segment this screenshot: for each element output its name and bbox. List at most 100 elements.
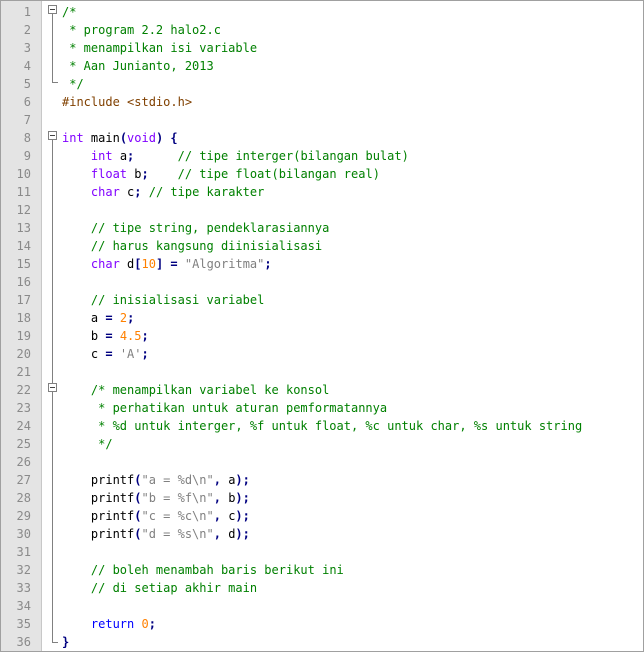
code-line[interactable]: 33 // di setiap akhir main [1, 579, 643, 597]
code-editor[interactable]: 1/* 2 * program 2.2 halo2.c 3 * menampilka… [0, 0, 644, 652]
line-number: 16 [16, 275, 31, 289]
code-token: c [62, 347, 106, 361]
code-token: // harus kangsung diinisialisasi [90, 239, 323, 253]
code-token: "a = %d\n" [141, 473, 214, 487]
code-line[interactable]: 2 * program 2.2 halo2.c [1, 21, 643, 39]
code-line[interactable]: 25 */ [1, 435, 643, 453]
code-line[interactable]: 15 char d[10] = "Algoritma"; [1, 255, 643, 273]
fold-toggle-icon[interactable] [48, 131, 57, 140]
code-text: float b; // tipe float(bilangan real) [62, 165, 380, 183]
code-line[interactable]: 23 * perhatikan untuk aturan pemformatan… [1, 399, 643, 417]
code-text: } [62, 633, 69, 651]
code-token: // di setiap akhir main [90, 581, 258, 595]
line-number: 17 [16, 293, 31, 307]
line-number: 21 [16, 365, 31, 379]
code-token: = [105, 329, 113, 343]
code-line[interactable]: 22 /* menampilkan variabel ke konsol [1, 381, 643, 399]
fold-toggle-icon[interactable] [48, 5, 57, 14]
line-number: 29 [16, 509, 31, 523]
code-line[interactable]: 5 */ [1, 75, 643, 93]
line-number: 10 [16, 167, 31, 181]
code-line[interactable]: 31 [1, 543, 643, 561]
line-number: 13 [16, 221, 31, 235]
code-token: "b = %f\n" [141, 491, 214, 505]
code-line[interactable]: 32 // boleh menambah baris berikut ini [1, 561, 643, 579]
code-text: * menampilkan isi variable [62, 39, 257, 57]
code-token: b [127, 167, 142, 181]
code-line[interactable]: 16 [1, 273, 643, 291]
code-token: void [127, 131, 156, 145]
code-token: float [90, 167, 128, 181]
code-line[interactable]: 36} [1, 633, 643, 651]
code-text: a = 2; [62, 309, 134, 327]
code-token: { [170, 131, 178, 145]
code-token: 2 [119, 311, 128, 325]
fold-toggle-icon[interactable] [48, 383, 57, 392]
code-line[interactable]: 27 printf("a = %d\n", a); [1, 471, 643, 489]
code-line[interactable]: 29 printf("c = %c\n", c); [1, 507, 643, 525]
code-line[interactable]: 10 float b; // tipe float(bilangan real) [1, 165, 643, 183]
code-token: int [62, 131, 84, 145]
line-number: 33 [16, 581, 31, 595]
code-line[interactable]: 1 /* [1, 3, 643, 21]
code-line[interactable]: 19 b = 4.5; [1, 327, 643, 345]
code-line[interactable]: 7 [1, 111, 643, 129]
code-line[interactable]: 35 return 0; [1, 615, 643, 633]
code-line[interactable]: 8 int main(void) { [1, 129, 643, 147]
code-line[interactable]: 21 [1, 363, 643, 381]
fold-line [52, 14, 53, 82]
line-number: 12 [16, 203, 31, 217]
code-text: // harus kangsung diinisialisasi [62, 237, 322, 255]
code-text: int a; // tipe interger(bilangan bulat) [62, 147, 409, 165]
code-line[interactable]: 18 a = 2; [1, 309, 643, 327]
code-token: return [90, 617, 135, 631]
code-text: b = 4.5; [62, 327, 149, 345]
line-number: 24 [16, 419, 31, 433]
code-token: [ [134, 257, 142, 271]
code-token: #include <stdio.h> [62, 95, 193, 109]
code-token: "Algoritma" [184, 257, 265, 271]
code-line[interactable]: 6 #include <stdio.h> [1, 93, 643, 111]
code-line[interactable]: 26 [1, 453, 643, 471]
code-token: , [213, 473, 221, 487]
code-line[interactable]: 14 // harus kangsung diinisialisasi [1, 237, 643, 255]
code-token: main [83, 131, 120, 145]
code-token: printf [62, 509, 135, 523]
code-token: b [62, 329, 106, 343]
code-line[interactable]: 9 int a; // tipe interger(bilangan bulat… [1, 147, 643, 165]
line-number: 20 [16, 347, 31, 361]
code-token: , [213, 509, 221, 523]
code-token: 10 [141, 257, 156, 271]
code-line[interactable]: 3 * menampilkan isi variable [1, 39, 643, 57]
code-token: printf [62, 527, 135, 541]
code-token: ; [141, 329, 149, 343]
code-token: */ [62, 77, 84, 91]
code-line[interactable]: 24 * %d untuk interger, %f untuk float, … [1, 417, 643, 435]
line-number: 4 [23, 59, 31, 73]
line-number: 2 [23, 23, 31, 37]
code-token: // tipe interger(bilangan bulat) [177, 149, 409, 163]
code-text: printf("b = %f\n", b); [62, 489, 250, 507]
code-line[interactable]: 20 c = 'A'; [1, 345, 643, 363]
code-token: ; [127, 311, 135, 325]
code-line[interactable]: 34 [1, 597, 643, 615]
code-line[interactable]: 4 * Aan Junianto, 2013 [1, 57, 643, 75]
code-line[interactable]: 11 char c; // tipe karakter [1, 183, 643, 201]
code-line[interactable]: 12 [1, 201, 643, 219]
code-line[interactable]: 28 printf("b = %f\n", b); [1, 489, 643, 507]
code-text: */ [62, 75, 84, 93]
code-token: , [213, 527, 221, 541]
code-line[interactable]: 17 // inisialisasi variabel [1, 291, 643, 309]
code-line[interactable]: 13 // tipe string, pendeklarasiannya [1, 219, 643, 237]
code-token: ; [141, 167, 149, 181]
code-line[interactable]: 30 printf("d = %s\n", d); [1, 525, 643, 543]
